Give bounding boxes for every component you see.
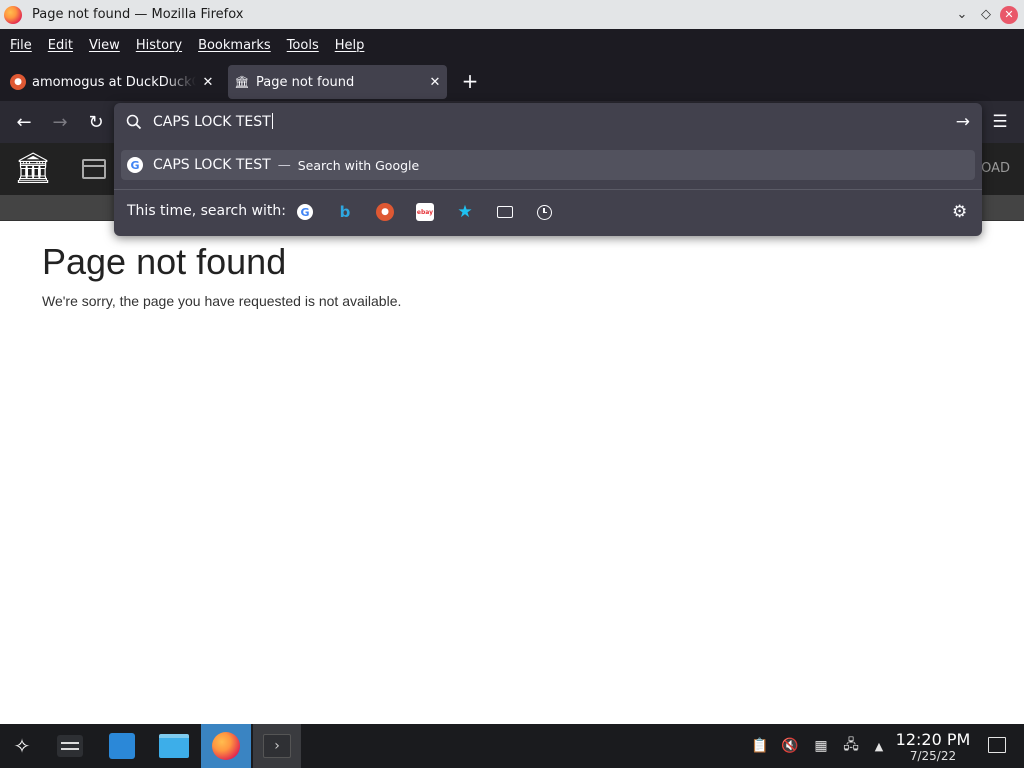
reload-icon: ↻ [88, 111, 104, 133]
suggestion-text: CAPS LOCK TEST [153, 157, 271, 173]
site-header-link[interactable]: OAD [981, 161, 1010, 176]
ebay-engine-button[interactable]: ebay [416, 203, 434, 221]
store-icon [109, 733, 135, 759]
arrow-left-icon: ← [16, 111, 32, 133]
tab-page-not-found[interactable]: 🏛 Page not found ✕ [228, 65, 447, 99]
arrow-right-icon: → [52, 111, 68, 133]
show-desktop-button[interactable] [988, 737, 1006, 753]
folder-icon [159, 734, 189, 758]
close-icon: ✕ [1000, 5, 1018, 24]
suggestion-separator: — [277, 157, 291, 173]
chevron-down-icon: ⌄ [956, 7, 968, 22]
history-search-button[interactable] [535, 203, 553, 221]
urlbar-input[interactable]: CAPS LOCK TEST [153, 113, 273, 130]
clipboard-icon[interactable]: 📋 [750, 736, 770, 756]
taskbar-firefox[interactable] [201, 724, 251, 768]
reload-button[interactable]: ↻ [82, 108, 110, 136]
google-icon: G [127, 157, 143, 173]
forward-button[interactable]: → [46, 108, 74, 136]
new-tab-button[interactable]: + [458, 69, 482, 93]
menu-history[interactable]: History [128, 38, 190, 53]
clock-date: 7/25/22 [909, 749, 957, 763]
search-with-label: This time, search with: [127, 203, 286, 219]
window-title: Page not found — Mozilla Firefox [32, 7, 244, 22]
web-icon[interactable] [82, 159, 106, 179]
taskbar-settings[interactable] [50, 724, 90, 768]
launcher-icon: ✧ [13, 734, 31, 758]
tab-strip: ● amomogus at DuckDuckGo ✕ 🏛 Page not fo… [0, 61, 1024, 101]
popup-divider [114, 189, 982, 190]
input-method-icon[interactable]: ▦ [811, 736, 831, 756]
firefox-icon [212, 732, 240, 760]
ebay-icon: ebay [416, 208, 434, 216]
urlbar[interactable]: CAPS LOCK TEST → [114, 103, 982, 141]
menu-view[interactable]: View [81, 38, 128, 53]
close-window-button[interactable]: ✕ [998, 0, 1020, 29]
plus-icon: + [461, 69, 479, 93]
bookmarks-search-button[interactable]: ★ [456, 202, 474, 222]
minimize-button[interactable]: ⌄ [951, 0, 973, 29]
page-content: Page not found We're sorry, the page you… [0, 221, 1024, 724]
duckduckgo-icon: ● [10, 74, 26, 90]
page-description: We're sorry, the page you have requested… [42, 293, 402, 309]
application-launcher-button[interactable]: ✧ [4, 724, 40, 768]
expand-tray-icon[interactable]: ▲ [869, 736, 889, 756]
tab-label: amomogus at DuckDuckGo [32, 74, 196, 90]
settings-icon [57, 735, 83, 757]
taskbar-file-manager[interactable] [152, 724, 196, 768]
duckduckgo-engine-button[interactable]: ● [376, 203, 394, 221]
app-menu-button[interactable]: ☰ [986, 108, 1014, 136]
taskbar-discover[interactable] [100, 724, 144, 768]
tabs-search-button[interactable] [496, 203, 514, 221]
menu-edit[interactable]: Edit [40, 38, 81, 53]
diamond-icon: ◇ [981, 7, 991, 22]
text-caret [271, 113, 273, 129]
google-engine-button[interactable]: G [296, 203, 314, 221]
terminal-icon: › [263, 734, 291, 758]
search-settings-button[interactable]: ⚙ [952, 202, 967, 222]
menu-help[interactable]: Help [327, 38, 373, 53]
tab-icon [497, 206, 513, 218]
network-icon[interactable]: 🖧 [841, 736, 861, 756]
tab-label: Page not found [256, 74, 355, 90]
star-icon: ★ [457, 202, 473, 222]
clock[interactable]: 12:20 PM 7/25/22 [894, 730, 972, 764]
menu-file[interactable]: File [2, 38, 40, 53]
site-logo-icon[interactable]: 🏛 [14, 151, 52, 187]
menubar: File Edit View History Bookmarks Tools H… [0, 29, 1024, 61]
page-title: Page not found [42, 241, 287, 282]
menu-bookmarks[interactable]: Bookmarks [190, 38, 279, 53]
search-icon [126, 114, 142, 130]
library-icon: 🏛 [234, 75, 250, 89]
taskbar: ✧ › 📋 🔇 ▦ 🖧 ▲ 12:20 PM 7/25/22 [0, 724, 1024, 768]
menu-tools[interactable]: Tools [279, 38, 327, 53]
duckduckgo-icon: ● [381, 207, 389, 217]
clock-time: 12:20 PM [895, 730, 971, 749]
taskbar-konsole[interactable]: › [253, 724, 301, 768]
gear-icon: ⚙ [952, 202, 968, 222]
suggestion-action: Search with Google [297, 157, 420, 173]
bing-engine-button[interactable]: b [336, 203, 354, 221]
close-tab-icon[interactable]: ✕ [423, 75, 447, 90]
tab-duckduckgo[interactable]: ● amomogus at DuckDuckGo ✕ [4, 65, 220, 99]
window-titlebar: Page not found — Mozilla Firefox ⌄ ◇ ✕ [0, 0, 1024, 29]
google-icon: G [297, 204, 313, 220]
back-button[interactable]: ← [10, 108, 38, 136]
bing-icon: b [339, 203, 351, 221]
search-suggestion[interactable]: G CAPS LOCK TEST — Search with Google [121, 150, 975, 180]
volume-muted-icon[interactable]: 🔇 [780, 736, 800, 756]
go-arrow-icon[interactable]: → [956, 112, 970, 132]
maximize-button[interactable]: ◇ [975, 0, 997, 29]
clock-icon [536, 204, 552, 220]
urlbar-popup: CAPS LOCK TEST → G CAPS LOCK TEST — Sear… [114, 103, 982, 236]
hamburger-menu-icon: ☰ [992, 112, 1008, 132]
close-tab-icon[interactable]: ✕ [196, 75, 220, 90]
firefox-logo-icon [4, 5, 22, 24]
